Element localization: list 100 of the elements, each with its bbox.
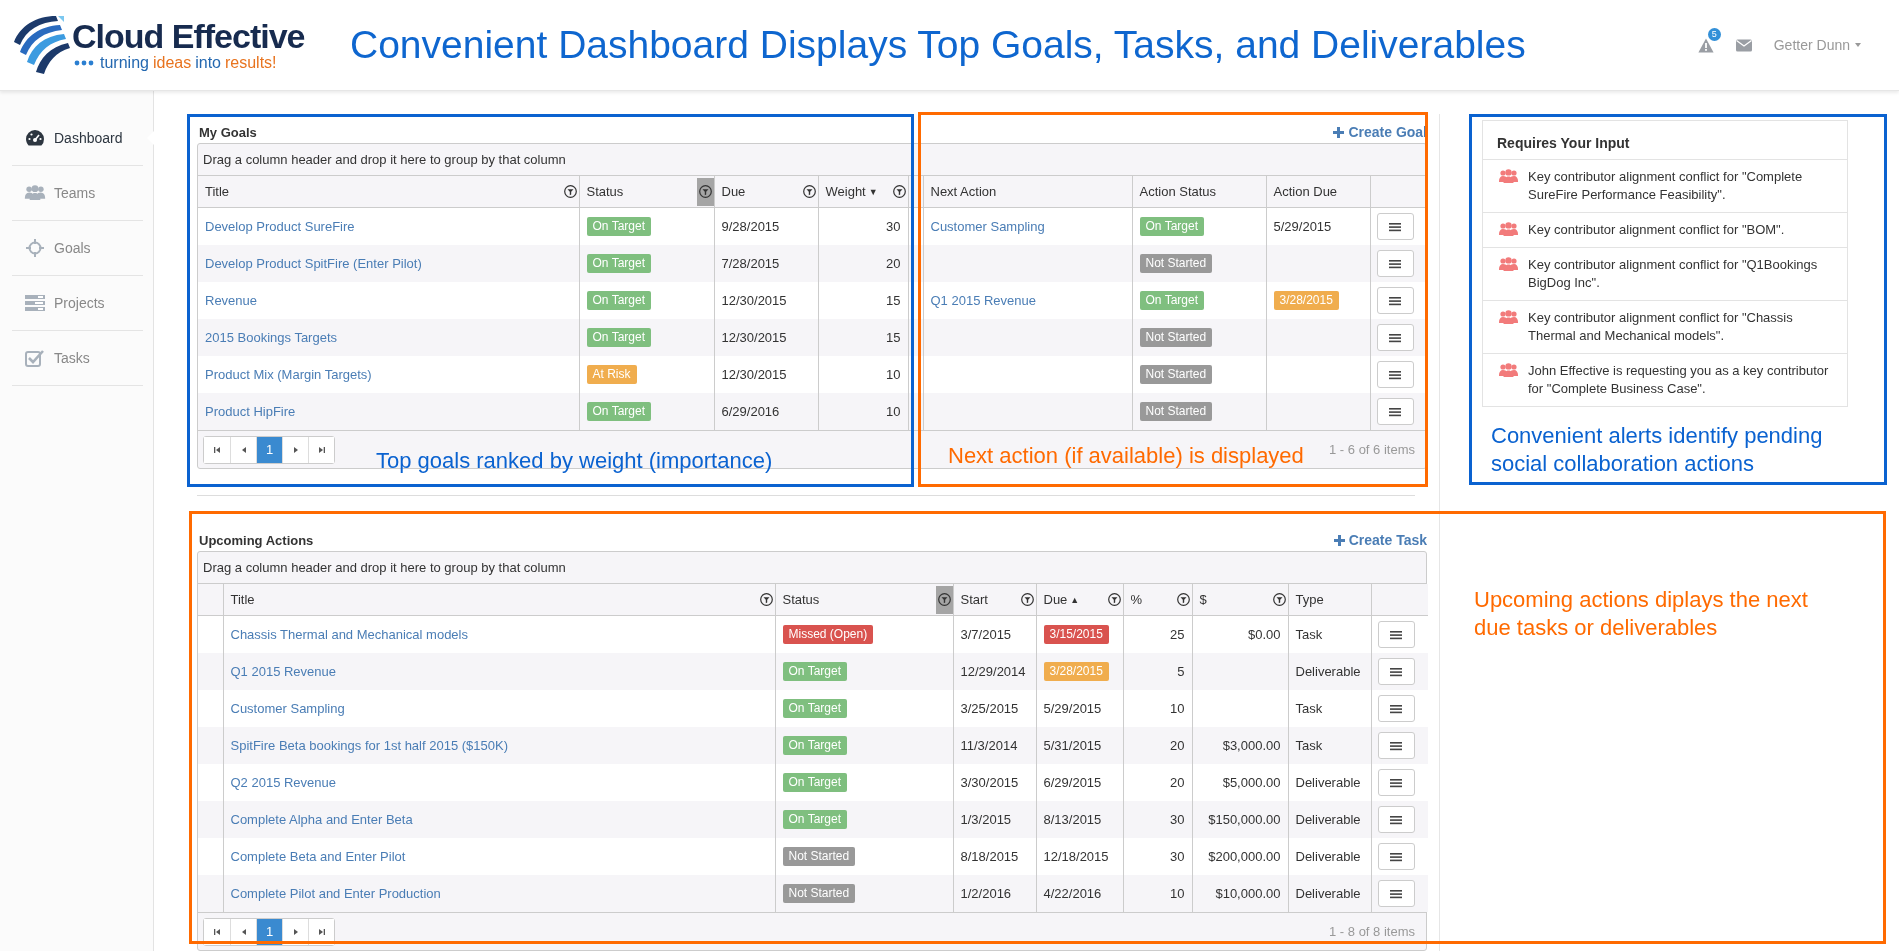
nav-item[interactable]: Tasks <box>12 331 143 386</box>
column-title[interactable]: Status <box>782 592 820 607</box>
item-link[interactable]: 2015 Bookings Targets <box>205 330 338 345</box>
item-link[interactable]: Product Mix (Margin Targets) <box>205 367 372 382</box>
page-button[interactable]: 1 <box>256 918 282 945</box>
item-link[interactable]: Customer Sampling <box>230 701 345 716</box>
annotation-text: Top goals ranked by weight (importance) <box>376 447 773 475</box>
column-title[interactable]: Start <box>960 592 988 607</box>
filter-button[interactable] <box>696 177 714 206</box>
item-link[interactable]: Complete Alpha and Enter Beta <box>230 812 413 827</box>
last-page-button[interactable] <box>308 436 334 463</box>
filter-icon <box>802 185 816 198</box>
page-button[interactable]: 1 <box>256 436 282 463</box>
item-link[interactable]: Complete Pilot and Enter Production <box>230 886 441 901</box>
row-menu-button[interactable] <box>1376 324 1414 351</box>
menu-icon <box>1390 814 1402 825</box>
item-link[interactable]: Q2 2015 Revenue <box>230 775 337 790</box>
table-cell: 5/29/2015 <box>1036 690 1123 727</box>
last-page-icon <box>317 927 326 936</box>
menu-icon <box>1390 629 1402 640</box>
item-link[interactable]: SpitFire Beta bookings for 1st half 2015 ($150K) <box>230 738 508 753</box>
annotation-text: Upcoming actions diplays the next due tasks or deliverables <box>1474 586 1809 642</box>
warning-icon[interactable] <box>1697 37 1714 53</box>
status-badge: Not Started <box>782 847 856 866</box>
panel-title: My Goals <box>199 125 257 140</box>
column-header[interactable]: Start <box>953 584 1036 616</box>
row-menu-button[interactable] <box>1377 806 1415 833</box>
row-menu-button[interactable] <box>1377 843 1415 870</box>
column-title[interactable]: Type <box>1295 592 1324 607</box>
column-header[interactable]: Status <box>579 176 714 208</box>
filter-icon <box>892 185 906 198</box>
column-header[interactable]: Action Status <box>1132 176 1266 208</box>
column-title[interactable]: % <box>1130 592 1143 607</box>
mail-icon[interactable] <box>1735 38 1752 52</box>
alert-message[interactable]: Key contributor alignment conflict for "Complete SureFire Performance Feasibility". <box>1528 168 1837 204</box>
table-cell: $10,000.00 <box>1192 875 1288 912</box>
alert-message[interactable]: Key contributor alignment conflict for "Chassis Thermal and Mechanical models". <box>1528 309 1837 345</box>
column-title[interactable]: Status <box>586 184 624 199</box>
column-title[interactable]: $ <box>1199 592 1207 607</box>
column-header[interactable]: Due <box>714 176 818 208</box>
column-header[interactable]: $ <box>1192 584 1288 616</box>
row-menu-button[interactable] <box>1376 361 1414 388</box>
item-link[interactable]: Product HipFire <box>205 404 296 419</box>
pager-info: 1 - 8 of 8 items <box>1329 924 1415 939</box>
column-header[interactable]: Status <box>775 584 953 616</box>
notification-badge: 5 <box>1707 27 1721 41</box>
table-cell: $0.00 <box>1192 615 1288 653</box>
create-task-link[interactable]: Create Task <box>1333 532 1427 548</box>
item-link[interactable]: Complete Beta and Enter Pilot <box>230 849 406 864</box>
column-header[interactable]: % <box>1123 584 1192 616</box>
row-menu-button[interactable] <box>1376 287 1414 314</box>
row-menu-button[interactable] <box>1376 398 1414 425</box>
alert-message[interactable]: Key contributor alignment conflict for "BOM". <box>1528 221 1785 239</box>
item-link[interactable]: Develop Product SpitFire (Enter Pilot) <box>205 256 422 271</box>
row-menu-button[interactable] <box>1377 769 1415 796</box>
pager-info: 1 - 6 of 6 items <box>1329 442 1415 457</box>
item-link[interactable]: Revenue <box>205 293 258 308</box>
column-header[interactable]: Next Action <box>923 176 1132 208</box>
column-title[interactable]: Action Due <box>1273 184 1338 199</box>
table-cell: 8/18/2015 <box>953 838 1036 875</box>
row-menu-button[interactable] <box>1377 621 1415 648</box>
nav-item[interactable]: Teams <box>12 166 143 221</box>
row-menu-button[interactable] <box>1377 695 1415 722</box>
table-cell: 10 <box>1123 875 1192 912</box>
column-title[interactable]: Due <box>1043 592 1068 607</box>
row-menu-button[interactable] <box>1377 658 1415 685</box>
column-header[interactable]: Action Due <box>1266 176 1370 208</box>
alert-message[interactable]: John Effective is requesting you as a key contributor for "Complete Business Case". <box>1528 362 1837 398</box>
column-header[interactable]: Title <box>198 176 579 208</box>
item-link[interactable]: Develop Product SureFire <box>205 219 355 234</box>
table-cell: 25 <box>1123 615 1192 653</box>
nav-item[interactable]: Projects <box>12 276 143 331</box>
annotation-text: Convenient alerts identify pending social collaboration actions <box>1491 422 1824 478</box>
column-title[interactable]: Due <box>721 184 746 199</box>
filter-button[interactable] <box>935 585 953 614</box>
row-menu-button[interactable] <box>1377 880 1415 907</box>
row-menu-button[interactable] <box>1377 732 1415 759</box>
column-title[interactable]: Action Status <box>1139 184 1217 199</box>
alert-message[interactable]: Key contributor alignment conflict for "Q1Bookings BigDog Inc". <box>1528 256 1837 292</box>
nav-icon <box>25 295 45 311</box>
last-page-icon <box>317 445 326 454</box>
table-cell: Deliverable <box>1288 801 1371 838</box>
column-title[interactable]: Title <box>205 184 230 199</box>
column-title[interactable]: Next Action <box>930 184 997 199</box>
row-menu-button[interactable] <box>1376 250 1414 277</box>
column-title[interactable]: Title <box>230 592 255 607</box>
last-page-button[interactable] <box>308 918 334 945</box>
table-cell: 12/30/2015 <box>714 319 818 356</box>
column-header[interactable]: Type <box>1288 584 1371 616</box>
table-cell: 15 <box>818 282 908 319</box>
column-title[interactable]: Weight <box>825 184 866 199</box>
item-link[interactable]: Q1 2015 Revenue <box>230 664 337 679</box>
status-badge: On Target <box>782 662 847 681</box>
column-header[interactable]: Title <box>223 584 775 616</box>
column-header[interactable]: Weight ▼ <box>818 176 908 208</box>
status-badge: On Target <box>586 254 651 273</box>
column-header[interactable]: Due ▲ <box>1036 584 1123 616</box>
item-link[interactable]: Chassis Thermal and Mechanical models <box>230 627 468 642</box>
nav-item[interactable]: Goals <box>12 221 143 276</box>
row-menu-button[interactable] <box>1376 213 1414 240</box>
